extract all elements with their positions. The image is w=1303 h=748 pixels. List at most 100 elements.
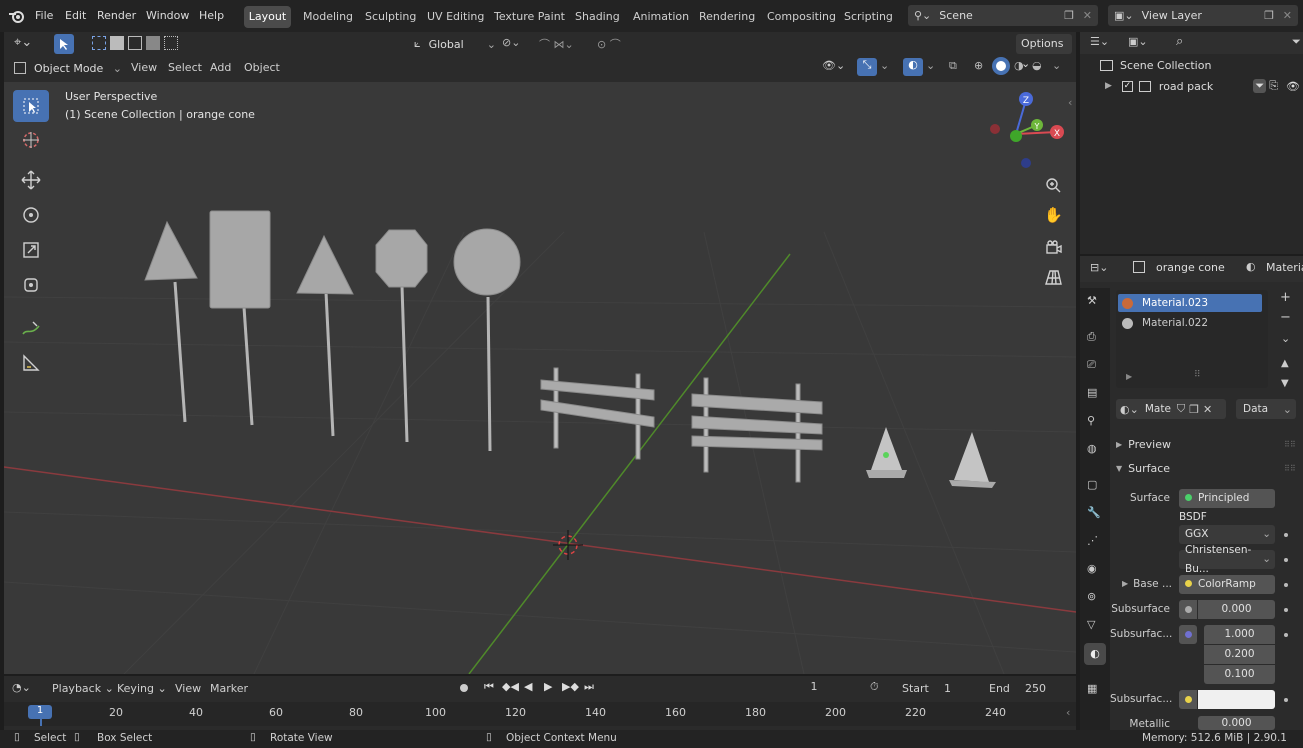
record-icon[interactable] [460, 684, 468, 692]
browse-material-icon[interactable]: ◐⌄ [1120, 403, 1139, 416]
editor-type-icon[interactable]: ⊟⌄ [1090, 261, 1108, 274]
tab-texture-paint[interactable]: Texture Paint [494, 6, 565, 28]
end-frame-field[interactable]: 250 [1025, 682, 1046, 695]
menu-object[interactable]: Object [244, 61, 280, 74]
timeline-ruler[interactable]: 1 20 40 60 80 100 120 140 160 180 200 22… [4, 702, 1076, 726]
subsurface-radius-y[interactable]: 0.200 [1204, 645, 1275, 664]
menu-add[interactable]: Add [210, 61, 231, 74]
menu-file[interactable]: File [35, 9, 53, 22]
options-dropdown[interactable]: Options ⌄ [1016, 34, 1072, 70]
3d-viewport[interactable]: Z X Y User Perspective (1) Scene Collect… [4, 82, 1076, 674]
select-intersect-icon[interactable] [164, 36, 178, 50]
view-layer-selector[interactable]: ▣⌄ View Layer ❐ ✕ [1108, 5, 1298, 26]
rotate-tool[interactable] [13, 199, 49, 231]
subsurface-method-dropdown[interactable]: Christensen-Bu... ⌄ [1179, 544, 1275, 575]
outliner-item-road-pack[interactable]: ▶ ✓ road pack ⏷ ⎘ 👁 [1105, 79, 1300, 93]
world-tab-icon[interactable]: ◍ [1087, 442, 1097, 455]
filter-icon[interactable]: ⏷ [1292, 35, 1301, 49]
copy-icon[interactable]: ❐ [1064, 9, 1074, 22]
move-up-icon[interactable]: ▲ [1281, 358, 1289, 369]
tab-rendering[interactable]: Rendering [699, 6, 755, 28]
chevron-down-icon[interactable]: ⌄ [1052, 59, 1061, 72]
cursor-tool[interactable] [13, 124, 49, 156]
zoom-icon[interactable] [1044, 176, 1062, 194]
eye-icon[interactable]: 👁 [1286, 80, 1300, 93]
texture-tab-icon[interactable]: ▦ [1087, 682, 1097, 695]
menu-select[interactable]: Select [168, 61, 202, 74]
3d-cursor-icon[interactable] [553, 530, 583, 560]
fake-user-icon[interactable]: ⛉ [1177, 402, 1185, 416]
drag-handle-icon[interactable]: ⠿⠿ [1284, 464, 1296, 473]
subsurface-radius-x[interactable]: 1.000 [1204, 625, 1275, 644]
keyframe-dot-icon[interactable] [1284, 608, 1288, 612]
render-tab-icon[interactable]: ⎙ [1087, 330, 1096, 344]
particles-tab-icon[interactable]: ⋰ [1087, 534, 1098, 547]
modifier-tab-icon[interactable]: 🔧 [1087, 506, 1101, 519]
menu-render[interactable]: Render [97, 9, 136, 22]
scene-selector[interactable]: ⚲⌄ Scene ❐ ✕ [908, 5, 1098, 26]
move-down-icon[interactable]: ▼ [1281, 378, 1289, 389]
transform-orientation-dropdown[interactable]: ⟀ Global ⌄ [414, 34, 496, 54]
select-new-icon[interactable] [92, 36, 106, 50]
camera-view-icon[interactable] [1044, 238, 1062, 256]
menu-edit[interactable]: Edit [65, 9, 86, 22]
measure-tool[interactable] [13, 347, 49, 379]
metallic-value[interactable]: 0.000 [1198, 716, 1275, 730]
wireframe-shading-icon[interactable]: ⊕ [974, 59, 983, 72]
outliner-scene-collection[interactable]: Scene Collection [1100, 59, 1211, 72]
chevron-down-icon[interactable]: ⌄ [880, 59, 889, 72]
blender-logo-icon[interactable] [8, 8, 26, 24]
checkbox-icon[interactable]: ✓ [1121, 80, 1133, 92]
object-tab-icon[interactable]: ▢ [1087, 478, 1097, 491]
chevron-down-icon[interactable]: ⌄ [926, 59, 935, 72]
next-keyframe-icon[interactable]: ▶◆ [562, 680, 579, 693]
overlays-toggle-icon[interactable]: ◐ [903, 58, 923, 76]
subsurface-radius-z[interactable]: 0.100 [1204, 665, 1275, 684]
play-icon[interactable]: ▶ [544, 680, 552, 693]
display-mode-icon[interactable]: ▣⌄ [1128, 35, 1148, 48]
menu-marker[interactable]: Marker [210, 682, 248, 695]
keyframe-dot-icon[interactable] [1284, 558, 1288, 562]
data-tab-icon[interactable]: ▽ [1087, 618, 1095, 631]
socket-toggle[interactable] [1179, 625, 1197, 644]
surface-panel-header[interactable]: ▼ Surface [1116, 462, 1170, 475]
xray-icon[interactable]: ⧉ [949, 59, 957, 73]
timeline-editor-icon[interactable]: ◔⌄ [12, 681, 31, 694]
navigation-gizmo[interactable]: Z X Y [990, 92, 1064, 168]
menu-playback[interactable]: Playback ⌄ [52, 682, 114, 695]
select-extend-icon[interactable] [110, 36, 124, 50]
drag-handle-icon[interactable]: ⠿⠿ [1284, 440, 1296, 449]
menu-window[interactable]: Window [146, 9, 189, 22]
proportional-edit-icon[interactable]: ⊙ ⌒ [597, 36, 621, 52]
material-name-field[interactable]: Mate [1145, 403, 1171, 415]
jump-end-icon[interactable]: ⏭ [584, 680, 594, 694]
menu-view[interactable]: View [131, 61, 157, 74]
menu-keying[interactable]: Keying ⌄ [117, 682, 167, 695]
stopwatch-icon[interactable]: ⏱ [870, 680, 879, 694]
solid-shading-icon[interactable] [992, 57, 1010, 75]
playhead[interactable]: 1 [28, 705, 52, 719]
close-icon[interactable]: ✕ [1083, 9, 1092, 22]
socket-toggle[interactable] [1179, 690, 1197, 709]
material-preview-icon[interactable]: ◑ [1014, 59, 1024, 72]
start-frame-field[interactable]: 1 [944, 682, 951, 695]
keyframe-dot-icon[interactable] [1284, 698, 1288, 702]
annotate-tool[interactable] [13, 312, 49, 344]
current-frame-field[interactable]: 1 [788, 678, 840, 696]
keyframe-dot-icon[interactable] [1284, 533, 1288, 537]
menu-view[interactable]: View [175, 682, 201, 695]
remove-slot-icon[interactable]: − [1280, 310, 1291, 325]
ortho-grid-icon[interactable] [1044, 268, 1062, 286]
scene-tab-icon[interactable]: ⚲ [1087, 414, 1095, 427]
select-subtract-icon[interactable] [128, 36, 142, 50]
preview-panel-header[interactable]: ▶ Preview [1116, 438, 1171, 451]
prev-keyframe-icon[interactable]: ◆◀ [502, 680, 519, 693]
resize-handle-icon[interactable]: ⠿ [1194, 370, 1201, 380]
link-data-dropdown[interactable]: Data ⌄ [1236, 399, 1296, 419]
visibility-icon[interactable]: 👁⌄ [822, 59, 845, 72]
tab-compositing[interactable]: Compositing [767, 6, 836, 28]
view-layer-tab-icon[interactable]: ▤ [1087, 386, 1097, 399]
copy-icon[interactable]: ❐ [1264, 9, 1274, 22]
physics-tab-icon[interactable]: ◉ [1087, 562, 1097, 575]
tab-scripting[interactable]: Scripting [844, 6, 893, 28]
